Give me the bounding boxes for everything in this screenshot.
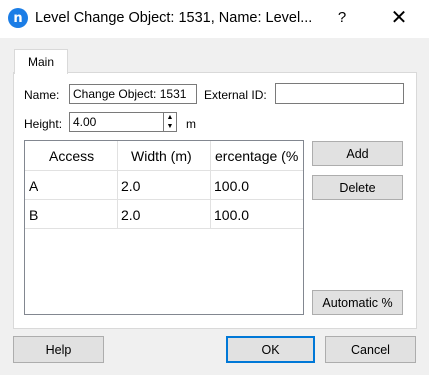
table-cell[interactable]: B — [29, 207, 38, 223]
add-button[interactable]: Add — [312, 141, 403, 166]
row-divider — [25, 199, 303, 200]
window-title: Level Change Object: 1531, Name: Level..… — [35, 10, 313, 26]
column-divider — [117, 141, 118, 229]
automatic-percentage-button[interactable]: Automatic % — [312, 290, 403, 315]
external-id-label: External ID: — [204, 88, 267, 102]
external-id-field[interactable] — [275, 83, 404, 104]
table-cell[interactable]: 2.0 — [121, 178, 140, 194]
ok-button[interactable]: OK — [226, 336, 315, 363]
app-logo-icon: n — [8, 8, 28, 28]
height-field[interactable]: 4.00 — [69, 112, 164, 132]
name-label: Name: — [24, 88, 60, 102]
table-cell[interactable]: A — [29, 178, 38, 194]
spin-up-icon[interactable]: ▲ — [164, 113, 176, 122]
cancel-button[interactable]: Cancel — [325, 336, 416, 363]
column-header-width[interactable]: Width (m) — [131, 148, 192, 164]
column-header-percentage[interactable]: ercentage (% — [215, 148, 303, 164]
table-cell[interactable]: 100.0 — [214, 178, 249, 194]
row-divider — [25, 170, 303, 171]
name-field[interactable]: Change Object: 1531 — [69, 84, 197, 104]
column-header-access[interactable]: Access — [49, 148, 94, 164]
height-label: Height: — [24, 117, 63, 131]
column-divider — [210, 141, 211, 229]
close-icon[interactable]: ✕ — [388, 7, 410, 29]
tab-main[interactable]: Main — [14, 49, 68, 74]
spin-down-icon[interactable]: ▼ — [164, 122, 176, 131]
table-cell[interactable]: 2.0 — [121, 207, 140, 223]
help-button[interactable]: Help — [13, 336, 104, 363]
height-unit: m — [186, 117, 196, 131]
access-table[interactable]: Access Width (m) ercentage (% A 2.0 100.… — [24, 140, 304, 315]
context-help-icon[interactable]: ? — [336, 9, 348, 26]
table-cell[interactable]: 100.0 — [214, 207, 249, 223]
delete-button[interactable]: Delete — [312, 175, 403, 200]
row-divider — [25, 228, 303, 229]
height-spinner[interactable]: ▲ ▼ — [163, 112, 177, 132]
